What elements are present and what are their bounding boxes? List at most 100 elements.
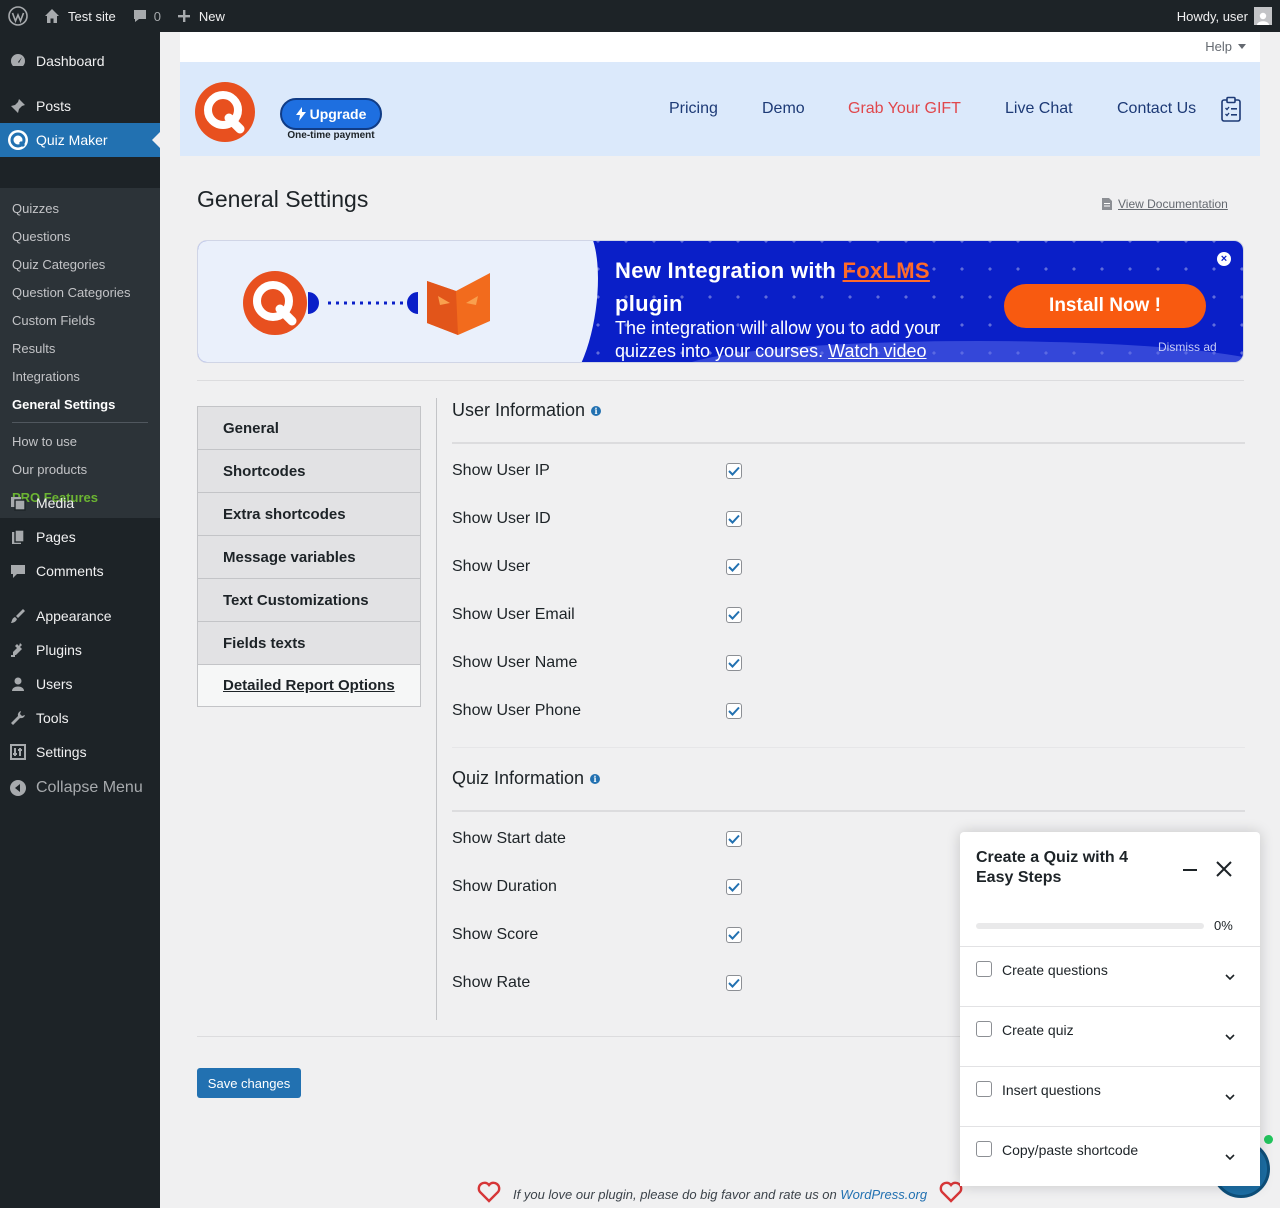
comments-link[interactable]: 0	[124, 0, 169, 32]
menu-users[interactable]: Users	[0, 667, 160, 701]
chevron-down-icon[interactable]	[1224, 1029, 1236, 1044]
menu-posts[interactable]: Posts	[0, 89, 160, 123]
collapse-menu-button[interactable]: Collapse Menu	[0, 771, 160, 805]
chevron-down-icon[interactable]	[1224, 1149, 1236, 1164]
checkbox-show-user-id[interactable]	[726, 511, 742, 527]
step-checkbox[interactable]	[976, 1141, 992, 1157]
option-label-show-user-name: Show User Name	[452, 654, 578, 671]
submenu-integrations[interactable]: Integrations	[12, 369, 80, 384]
foxlms-link[interactable]: FoxLMS	[843, 258, 930, 283]
install-now-button[interactable]: Install Now !	[1004, 284, 1206, 328]
nav-grab-gift[interactable]: Grab Your GIFT	[848, 100, 961, 118]
tab-message-variables[interactable]: Message variables	[197, 535, 421, 578]
submenu-divider	[12, 422, 148, 423]
checkbox-show-user-phone[interactable]	[726, 703, 742, 719]
paintbrush-icon	[0, 607, 36, 625]
new-content-link[interactable]: New	[169, 0, 233, 32]
onboarding-wizard: Create a Quiz with 4 Easy Steps 0% Creat…	[960, 832, 1260, 1186]
tab-general[interactable]: General	[197, 406, 421, 449]
save-changes-button[interactable]: Save changes	[197, 1068, 301, 1098]
minimize-icon[interactable]	[1183, 869, 1197, 871]
banner-close-icon[interactable]: ×	[1217, 252, 1231, 266]
menu-plugins[interactable]: Plugins	[0, 633, 160, 667]
quiz-maker-icon	[0, 129, 36, 151]
wizard-step-copy-paste-shortcode[interactable]: Copy/paste shortcode	[960, 1126, 1260, 1186]
option-label-show-user-email: Show User Email	[452, 606, 575, 623]
plus-icon	[177, 10, 190, 22]
submenu-general-settings[interactable]: General Settings	[12, 397, 115, 412]
lightning-icon	[295, 107, 306, 121]
view-documentation-label: View Documentation	[1118, 197, 1228, 211]
tab-text-customizations[interactable]: Text Customizations	[197, 578, 421, 621]
dismiss-ad-link[interactable]: Dismiss ad	[1158, 340, 1217, 354]
nav-contact-us[interactable]: Contact Us	[1117, 100, 1196, 118]
checkbox-show-user-ip[interactable]	[726, 463, 742, 479]
menu-appearance[interactable]: Appearance	[0, 599, 160, 633]
menu-pages[interactable]: Pages	[0, 520, 160, 554]
user-icon	[0, 675, 36, 693]
tab-shortcodes[interactable]: Shortcodes	[197, 449, 421, 492]
section-title-quiz-information: Quiz Information i	[452, 768, 601, 789]
submenu-our-products[interactable]: Our products	[12, 462, 87, 477]
quiz-maker-submenu: Quizzes Questions Quiz Categories Questi…	[0, 188, 160, 518]
wizard-step-insert-questions[interactable]: Insert questions	[960, 1066, 1260, 1126]
site-name-link[interactable]: Test site	[36, 0, 124, 32]
wordpress-org-link[interactable]: WordPress.org	[840, 1187, 927, 1202]
checkbox-show-duration[interactable]	[726, 879, 742, 895]
submenu-how-to-use[interactable]: How to use	[12, 434, 77, 449]
step-checkbox[interactable]	[976, 1021, 992, 1037]
submenu-custom-fields[interactable]: Custom Fields	[12, 313, 95, 328]
submenu-quizzes[interactable]: Quizzes	[12, 201, 59, 216]
nav-live-chat[interactable]: Live Chat	[1005, 100, 1073, 118]
upgrade-button[interactable]: Upgrade	[280, 98, 382, 130]
section-divider	[452, 442, 1245, 444]
menu-comments-label: Comments	[36, 563, 104, 579]
account-menu[interactable]: Howdy, user	[1169, 0, 1280, 32]
chevron-down-icon[interactable]	[1224, 1089, 1236, 1104]
menu-comments[interactable]: Comments	[0, 554, 160, 588]
tab-fields-texts[interactable]: Fields texts	[197, 621, 421, 664]
menu-dashboard[interactable]: Dashboard	[0, 44, 160, 78]
step-checkbox[interactable]	[976, 1081, 992, 1097]
chevron-down-icon[interactable]	[1224, 969, 1236, 984]
tab-extra-shortcodes[interactable]: Extra shortcodes	[197, 492, 421, 535]
quiz-maker-logo[interactable]	[194, 81, 256, 146]
checkbox-show-user-name[interactable]	[726, 655, 742, 671]
help-tab-button[interactable]: Help	[1205, 39, 1246, 54]
info-icon[interactable]: i	[591, 405, 602, 416]
checkbox-show-rate[interactable]	[726, 975, 742, 991]
close-icon[interactable]	[1216, 861, 1232, 880]
wizard-step-create-questions[interactable]: Create questions	[960, 946, 1260, 1006]
banner-title-prefix: New Integration with	[615, 258, 837, 283]
site-name: Test site	[68, 8, 116, 24]
wizard-progress-text: 0%	[1214, 918, 1233, 933]
submenu-results[interactable]: Results	[12, 341, 55, 356]
menu-settings[interactable]: Settings	[0, 735, 160, 769]
wizard-step-create-quiz[interactable]: Create quiz	[960, 1006, 1260, 1066]
clipboard-icon[interactable]	[1220, 96, 1242, 125]
checkbox-show-start-date[interactable]	[726, 831, 742, 847]
submenu-question-categories[interactable]: Question Categories	[12, 285, 131, 300]
watch-video-link[interactable]: Watch video	[828, 341, 926, 361]
menu-media[interactable]: Media	[0, 486, 160, 520]
nav-demo[interactable]: Demo	[762, 100, 805, 118]
menu-quiz-maker[interactable]: Quiz Maker	[0, 123, 160, 157]
banner-title-suffix: plugin	[615, 291, 683, 316]
tab-detailed-report-options[interactable]: Detailed Report Options	[197, 664, 421, 707]
step-label: Copy/paste shortcode	[1002, 1142, 1139, 1158]
menu-settings-label: Settings	[36, 744, 87, 760]
wordpress-logo-icon[interactable]	[0, 0, 36, 32]
step-checkbox[interactable]	[976, 961, 992, 977]
wrench-icon	[0, 709, 36, 727]
submenu-questions[interactable]: Questions	[12, 229, 71, 244]
checkbox-show-user-email[interactable]	[726, 607, 742, 623]
info-icon[interactable]: i	[590, 773, 601, 784]
collapse-arrow-icon	[0, 779, 36, 797]
nav-pricing[interactable]: Pricing	[669, 100, 718, 118]
checkbox-show-user[interactable]	[726, 559, 742, 575]
checkbox-show-score[interactable]	[726, 927, 742, 943]
submenu-quiz-categories[interactable]: Quiz Categories	[12, 257, 105, 272]
view-documentation-link[interactable]: View Documentation	[1102, 197, 1228, 211]
option-label-show-score: Show Score	[452, 926, 539, 943]
menu-tools[interactable]: Tools	[0, 701, 160, 735]
